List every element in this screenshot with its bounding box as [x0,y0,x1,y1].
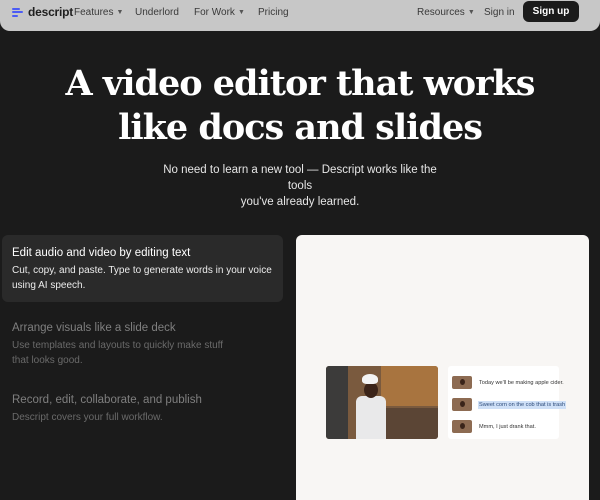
kitchen-cabinet-shape [381,366,438,406]
nav-item-label: For Work [194,7,235,18]
feature-description-line: that looks good. [12,354,83,366]
speaker-thumbnail [452,376,472,389]
hero-subtitle-line: No need to learn a new tool — Descript w… [163,164,437,192]
feature-description: Use templates and layouts to quickly mak… [12,339,273,368]
chevron-down-icon: ▼ [116,9,124,16]
feature-slide-deck[interactable]: Arrange visuals like a slide deck Use te… [2,310,283,378]
transcript-text: Mmm, I just drank that. [479,423,536,430]
nav-item-resources[interactable]: Resources ▼ [417,7,475,18]
chevron-down-icon: ▼ [237,9,245,16]
speaker-thumbnail [452,420,472,433]
nav-item-label: Resources [417,7,465,18]
demo-panel: Today we'll be making apple cider. Sweet… [296,235,589,500]
sign-in-link[interactable]: Sign in [484,7,515,18]
feature-description: Descript covers your full workflow. [12,411,273,426]
chevron-down-icon: ▼ [467,9,475,16]
kitchen-wall-shape [326,366,348,439]
feature-description: Cut, copy, and paste. Type to generate w… [12,264,273,293]
chef-hat-shape [362,374,378,384]
sign-up-button[interactable]: Sign up [523,1,579,22]
hero-title: A video editor that works like docs and … [0,62,600,150]
transcript-line[interactable]: Today we'll be making apple cider. [452,376,565,389]
sign-in-label: Sign in [484,7,515,18]
nav-item-pricing[interactable]: Pricing [258,7,289,18]
nav-item-label: Features [74,7,114,18]
feature-description-line: Descript covers your full workflow. [12,412,163,423]
feature-description-line: Use templates and layouts to quickly mak… [12,340,224,351]
feature-description-line: using AI speech. [12,279,86,291]
feature-title: Edit audio and video by editing text [12,247,191,259]
feature-title: Arrange visuals like a slide deck [12,322,176,334]
transcript-text: Today we'll be making apple cider. [479,379,564,386]
nav-item-underlord[interactable]: Underlord [135,7,179,18]
hero-subtitle-line: you've already learned. [240,196,360,208]
chef-head-shape [364,382,378,398]
feature-title: Record, edit, collaborate, and publish [12,394,202,406]
feature-edit-by-text[interactable]: Edit audio and video by editing text Cut… [2,235,283,302]
transcript-line[interactable]: Mmm, I just drank that. [452,420,537,433]
kitchen-counter-shape [384,408,438,439]
hero-title-line: A video editor that works [65,63,536,104]
chef-body-shape [356,396,386,439]
transcript-line[interactable]: Sweet corn on the cob that is trash [452,398,567,411]
speaker-thumbnail [452,398,472,411]
feature-description-line: Cut, copy, and paste. Type to generate w… [12,265,272,276]
descript-logo-icon [12,7,23,18]
transcript-panel: Today we'll be making apple cider. Sweet… [448,366,567,439]
nav-item-features[interactable]: Features ▼ [74,7,123,18]
transcript-text-highlighted: Sweet corn on the cob that is trash [478,400,567,409]
brand-name: descript [28,5,74,19]
nav-item-label: Underlord [135,7,179,18]
brand-logo[interactable]: descript [12,5,73,19]
hero-subtitle: No need to learn a new tool — Descript w… [150,162,450,210]
hero-title-line: like docs and slides [118,107,483,148]
feature-workflow[interactable]: Record, edit, collaborate, and publish D… [2,382,283,436]
top-nav: descript Features ▼ Underlord For Work ▼… [0,0,600,31]
nav-item-label: Pricing [258,7,289,18]
nav-item-for-work[interactable]: For Work ▼ [194,7,245,18]
video-preview[interactable] [326,366,438,439]
